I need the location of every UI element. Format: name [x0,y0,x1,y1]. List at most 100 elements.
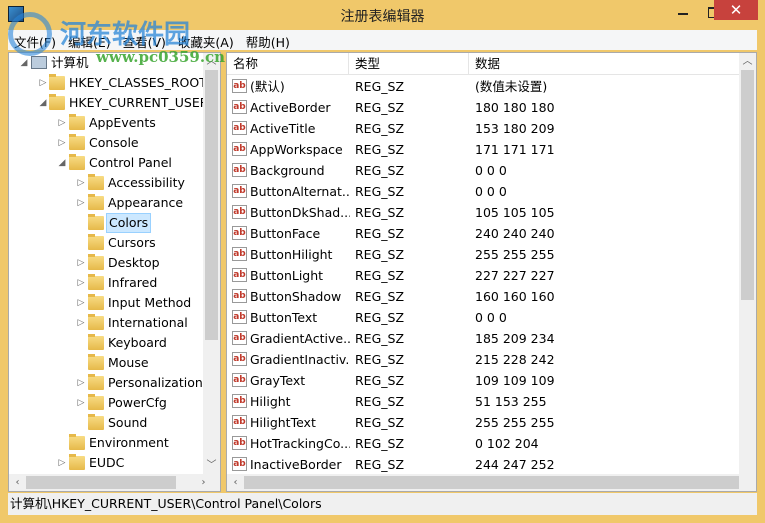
tree-node-label[interactable]: Accessibility [106,173,187,193]
tree-node-label[interactable]: HKEY_CURRENT_USER [67,93,210,113]
value-name: GradientInactiv... [250,352,350,367]
tree-node-label[interactable]: 计算机 [49,53,91,73]
scroll-left-icon[interactable]: ‹ [227,474,244,491]
tree-node-label[interactable]: Personalization [106,373,205,393]
value-row[interactable]: ab GradientActive... REG_SZ 185 209 234 [227,328,739,349]
tree-node-label[interactable]: Desktop [106,253,162,273]
value-row[interactable]: ab ActiveTitle REG_SZ 153 180 209 [227,118,739,139]
scroll-down-icon[interactable]: ﹀ [203,457,220,474]
tree-node-label[interactable]: Console [87,133,141,153]
tree-node-label[interactable]: Input Method [106,293,193,313]
tree-node[interactable]: ◢ HKEY_CURRENT_USER [9,93,208,113]
tree-node[interactable]: ▷ Personalization [9,373,203,393]
collapsed-arrow-icon[interactable]: ▷ [76,313,86,333]
tree-horizontal-scrollbar[interactable]: ‹ › [9,474,220,491]
column-type[interactable]: 类型 [349,53,469,75]
tree-node-label[interactable]: Mouse [106,353,151,373]
tree-node-label[interactable]: Keyboard [106,333,169,353]
scroll-thumb[interactable] [26,476,176,489]
value-row[interactable]: ab InactiveBorder REG_SZ 244 247 252 [227,454,739,475]
expanded-arrow-icon[interactable]: ◢ [19,53,29,73]
value-row[interactable]: ab HotTrackingCo... REG_SZ 0 102 204 [227,433,739,454]
tree-node[interactable]: ▷ Accessibility [9,173,203,193]
collapsed-arrow-icon[interactable]: ▷ [76,273,86,293]
tree-node-label[interactable]: Cursors [106,233,158,253]
value-row[interactable]: ab Hilight REG_SZ 51 153 255 [227,391,739,412]
tree-node[interactable]: Cursors [9,233,203,253]
value-row[interactable]: ab GradientInactiv... REG_SZ 215 228 242 [227,349,739,370]
menu-help[interactable]: 帮助(H) [240,30,296,50]
key-tree[interactable]: ◢ 计算机 ▷ HKEY_CLASSES_ROOT ◢ HKEY_CURRENT_USER… [8,52,221,492]
minimize-button[interactable] [668,0,698,22]
tree-node[interactable]: ▷ Infrared [9,273,203,293]
tree-node[interactable]: Colors [9,213,203,233]
collapsed-arrow-icon[interactable]: ▷ [76,393,86,413]
value-row[interactable]: ab ButtonShadow REG_SZ 160 160 160 [227,286,739,307]
collapsed-arrow-icon[interactable]: ▷ [76,293,86,313]
tree-node[interactable]: ▷ Appearance [9,193,203,213]
tree-node[interactable]: ▷ Desktop [9,253,203,273]
value-row[interactable]: ab ButtonText REG_SZ 0 0 0 [227,307,739,328]
tree-node[interactable]: ▷ HKEY_CLASSES_ROOT [9,73,207,93]
scroll-right-icon[interactable]: › [195,474,212,491]
value-row[interactable]: ab HilightText REG_SZ 255 255 255 [227,412,739,433]
close-button[interactable]: ✕ [714,0,758,20]
scroll-thumb[interactable] [205,70,218,340]
string-value-icon: ab [232,457,247,471]
value-row[interactable]: ab GrayText REG_SZ 109 109 109 [227,370,739,391]
value-row[interactable]: ab Background REG_SZ 0 0 0 [227,160,739,181]
list-horizontal-scrollbar[interactable]: ‹ [227,474,756,491]
expanded-arrow-icon[interactable]: ◢ [57,153,67,173]
value-row[interactable]: ab ButtonAlternat... REG_SZ 0 0 0 [227,181,739,202]
column-name[interactable]: 名称 [227,53,349,75]
tree-node-label[interactable]: Colors [106,213,152,233]
tree-node[interactable]: Keyboard [9,333,203,353]
tree-node[interactable]: ◢ Control Panel [9,153,203,173]
value-row[interactable]: ab ButtonHilight REG_SZ 255 255 255 [227,244,739,265]
tree-node[interactable]: ▷ International [9,313,203,333]
tree-node-label[interactable]: Appearance [106,193,185,213]
tree-node[interactable]: Environment [9,433,203,453]
tree-node[interactable]: Sound [9,413,203,433]
value-row[interactable]: ab AppWorkspace REG_SZ 171 171 171 [227,139,739,160]
tree-node-label[interactable]: International [106,313,190,333]
tree-node-label[interactable]: Environment [87,433,171,453]
scroll-thumb[interactable] [741,70,754,300]
collapsed-arrow-icon[interactable]: ▷ [57,453,67,473]
tree-node-label[interactable]: AppEvents [87,113,158,133]
scroll-thumb[interactable] [244,476,739,489]
tree-node[interactable]: ▷ Input Method [9,293,203,313]
tree-node-label[interactable]: PowerCfg [106,393,169,413]
value-row[interactable]: ab ButtonDkShad... REG_SZ 105 105 105 [227,202,739,223]
collapsed-arrow-icon[interactable]: ▷ [57,113,67,133]
tree-node-label[interactable]: HKEY_CLASSES_ROOT [67,73,209,93]
values-list[interactable]: 名称 类型 数据 ab (默认) REG_SZ (数值未设置) ab ActiveBord… [226,52,757,492]
scroll-left-icon[interactable]: ‹ [9,474,26,491]
tree-node[interactable]: ▷ AppEvents [9,113,203,133]
value-row[interactable]: ab ButtonLight REG_SZ 227 227 227 [227,265,739,286]
tree-vertical-scrollbar[interactable]: ︿ ﹀ [203,53,220,474]
tree-node-label[interactable]: Sound [106,413,149,433]
collapsed-arrow-icon[interactable]: ▷ [76,173,86,193]
collapsed-arrow-icon[interactable]: ▷ [76,373,86,393]
value-row[interactable]: ab ActiveBorder REG_SZ 180 180 180 [227,97,739,118]
tree-node[interactable]: ▷ PowerCfg [9,393,203,413]
collapsed-arrow-icon[interactable]: ▷ [38,73,48,93]
column-data[interactable]: 数据 [469,53,739,75]
tree-node-label[interactable]: Infrared [106,273,159,293]
value-name: ButtonLight [250,268,324,283]
tree-node[interactable]: Mouse [9,353,203,373]
collapsed-arrow-icon[interactable]: ▷ [76,193,86,213]
value-row[interactable]: ab ButtonFace REG_SZ 240 240 240 [227,223,739,244]
tree-node-label[interactable]: EUDC [87,453,126,473]
collapsed-arrow-icon[interactable]: ▷ [57,133,67,153]
tree-node-label[interactable]: Control Panel [87,153,174,173]
scroll-up-icon[interactable]: ︿ [739,53,756,70]
value-data: 244 247 252 [475,457,555,472]
list-vertical-scrollbar[interactable]: ︿ [739,53,756,474]
value-row[interactable]: ab (默认) REG_SZ (数值未设置) [227,76,739,97]
tree-node[interactable]: ▷ Console [9,133,203,153]
tree-node[interactable]: ▷ EUDC [9,453,203,473]
collapsed-arrow-icon[interactable]: ▷ [76,253,86,273]
expanded-arrow-icon[interactable]: ◢ [38,93,48,113]
